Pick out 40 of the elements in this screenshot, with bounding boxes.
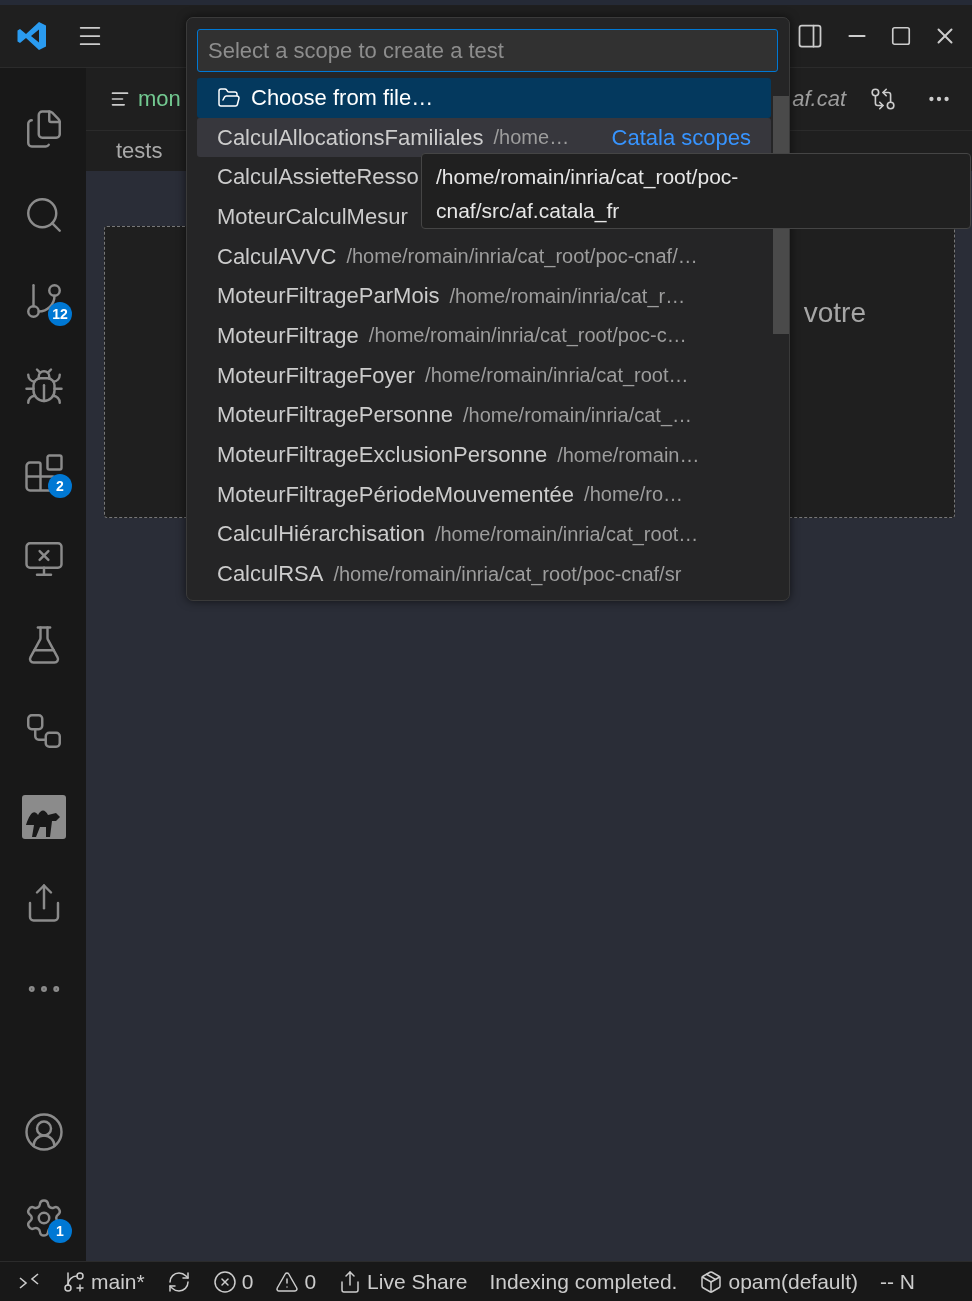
maximize-icon[interactable] — [890, 25, 912, 47]
scope-option[interactable]: MoteurFiltragePersonne /home/romain/inria/cat_… — [197, 395, 771, 436]
scope-search-field[interactable]: Select a scope to create a test — [197, 29, 778, 72]
scope-option[interactable]: Choose from file… — [197, 78, 771, 118]
package-icon[interactable] — [699, 1269, 724, 1294]
panel-toggle-icon[interactable] — [796, 22, 824, 50]
status-text[interactable]: opam(default) — [728, 1269, 859, 1294]
status-text[interactable]: Live Share — [367, 1269, 468, 1294]
account-icon[interactable] — [23, 1111, 65, 1153]
scope-option[interactable]: CalculAVVC /home/romain/inria/cat_root/poc-cnaf/… — [197, 236, 771, 277]
folder-icon — [217, 85, 241, 110]
warning-icon[interactable] — [275, 1269, 300, 1294]
scope-option[interactable]: CalculRSA /home/romain/inria/cat_root/poc-cnaf/sr — [197, 554, 771, 594]
count-badge: 2 — [48, 474, 72, 498]
breadcrumb[interactable]: tests — [116, 138, 163, 164]
branch-icon[interactable] — [62, 1269, 86, 1294]
status-text[interactable]: 0 — [304, 1269, 317, 1294]
scope-option[interactable]: MoteurFiltrageParMois /home/romain/inria/cat_r… — [197, 276, 771, 317]
scope-option[interactable]: CalculHiérarchisation /home/romain/inria/cat_root… — [197, 514, 771, 555]
scope-option[interactable]: MoteurFiltrageFoyer /home/romain/inria/cat_root… — [197, 355, 771, 396]
status-text[interactable]: -- N — [880, 1269, 916, 1294]
compare-icon[interactable] — [870, 86, 896, 112]
status-text[interactable]: Indexing completed. — [489, 1269, 678, 1294]
sync-icon[interactable] — [166, 1269, 191, 1294]
tab-label[interactable]: mon — [138, 86, 181, 112]
scope-option[interactable]: MoteurFiltragePériodeMouvementée /home/ro… — [197, 474, 771, 515]
status-text[interactable]: main* — [91, 1269, 145, 1294]
lines-icon — [110, 89, 130, 109]
error-icon[interactable] — [212, 1269, 237, 1294]
scope-option[interactable]: MoteurFiltrage /home/romain/inria/cat_root/poc-c… — [197, 316, 771, 356]
tab-label[interactable]: af.cat — [792, 86, 846, 112]
remote-icon[interactable] — [18, 1271, 40, 1292]
path-tooltip: /home/romain/inria/cat_root/poc-cnaf/src/af.catala_fr — [421, 153, 971, 229]
extensions-icon[interactable] — [23, 452, 65, 494]
status-text[interactable]: 0 — [241, 1269, 254, 1294]
editor-text: votre — [803, 297, 866, 330]
scope-option[interactable]: MoteurFiltrageExclusionPersonne /home/romain… — [197, 435, 771, 475]
camel-icon[interactable] — [22, 795, 66, 839]
count-badge: 12 — [48, 302, 72, 326]
count-badge: 1 — [48, 1219, 72, 1243]
